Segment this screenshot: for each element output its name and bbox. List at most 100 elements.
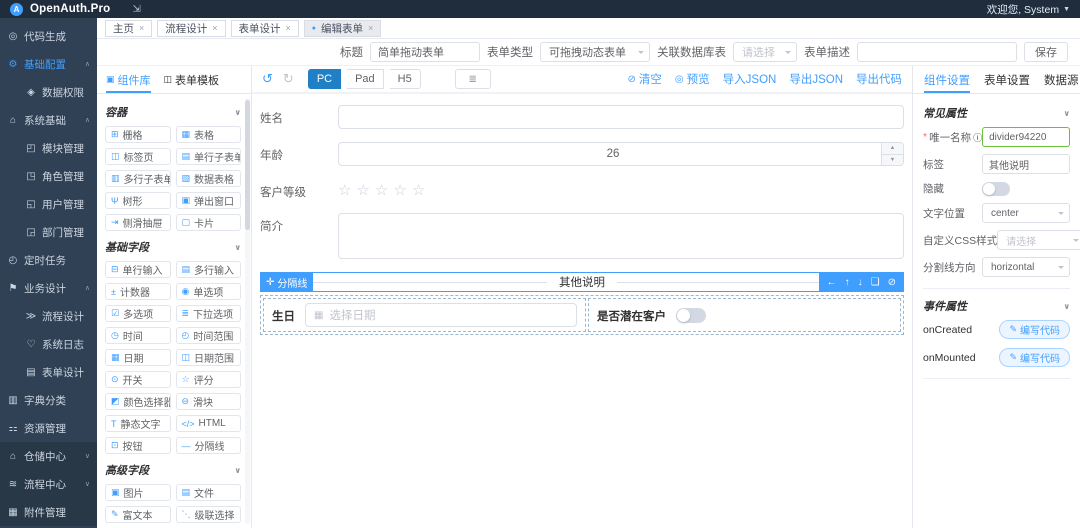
library-item-radio[interactable]: ◉单选项 — [176, 283, 242, 300]
name-input[interactable] — [338, 105, 904, 129]
user-menu[interactable]: 欢迎您, System ▼ — [987, 2, 1070, 17]
form-desc-input[interactable] — [857, 42, 1017, 62]
save-button[interactable]: 保存 — [1024, 42, 1068, 62]
tab-component-settings[interactable]: 组件设置 — [924, 66, 970, 93]
collapse-sidebar-icon[interactable]: ⇲ — [132, 4, 140, 15]
redo-icon[interactable]: ↻ — [283, 71, 294, 87]
preview-button[interactable]: ◎预览 — [675, 71, 710, 87]
sidebar-item-process-design[interactable]: ≫流程设计 — [0, 302, 97, 330]
library-item-tree[interactable]: Ψ树形 — [105, 192, 171, 209]
star-icon[interactable]: ☆ — [375, 181, 388, 199]
db-table-select[interactable]: 请选择 — [733, 42, 797, 62]
field-row-rating[interactable]: 客户等级 ☆ ☆ ☆ ☆ ☆ — [260, 179, 904, 200]
import-json-button[interactable]: 导入JSON — [723, 71, 777, 87]
export-code-button[interactable]: 导出代码 — [856, 71, 902, 87]
potential-customer-toggle[interactable] — [676, 308, 706, 323]
library-item-date[interactable]: ▦日期 — [105, 349, 171, 366]
section-header-common-props[interactable]: 常见属性∨ — [923, 105, 1070, 121]
increase-icon[interactable]: ▲ — [882, 143, 903, 155]
text-position-select[interactable]: center — [982, 203, 1070, 223]
close-icon[interactable]: × — [139, 23, 144, 33]
grid-row-container[interactable]: 生日 ▦ 选择日期 是否潜在客户 — [260, 295, 904, 335]
component-drag-handle[interactable]: ✛ 分隔线 — [260, 272, 313, 292]
sidebar-item-form-design[interactable]: ▤表单设计 — [0, 358, 97, 386]
library-item-grid[interactable]: ⊞栅格 — [105, 126, 171, 143]
tab-data-source[interactable]: 数据源 — [1044, 66, 1079, 93]
age-number-input[interactable] — [338, 142, 904, 166]
library-item-single-row-subform[interactable]: ▤单行子表单 — [176, 148, 242, 165]
clear-button[interactable]: ⊘清空 — [628, 71, 662, 87]
library-item-color-picker[interactable]: ◩颜色选择器 — [105, 393, 171, 410]
form-title-input[interactable] — [370, 42, 480, 62]
close-icon[interactable]: × — [212, 23, 217, 33]
section-header-container[interactable]: 容器∨ — [105, 104, 241, 120]
library-item-switch[interactable]: ⊙开关 — [105, 371, 171, 388]
sidebar-item-warehouse-center[interactable]: ⌂仓储中心∨ — [0, 442, 97, 470]
library-item-button[interactable]: ⊡按钮 — [105, 437, 171, 454]
close-icon[interactable]: × — [286, 23, 291, 33]
label-input[interactable]: 其他说明 — [982, 154, 1070, 174]
sidebar-item-business-design[interactable]: ⚑业务设计∧ — [0, 274, 97, 302]
library-item-rate[interactable]: ☆评分 — [176, 371, 242, 388]
star-icon[interactable]: ☆ — [393, 181, 406, 199]
device-tab-pad[interactable]: Pad — [347, 69, 384, 89]
selected-divider-component[interactable]: ✛ 分隔线 其他说明 ← ↑ ↓ ❏ ⊘ — [260, 272, 904, 292]
library-item-image[interactable]: ▣图片 — [105, 484, 171, 501]
device-tab-pc[interactable]: PC — [308, 69, 341, 89]
library-item-card[interactable]: ▢卡片 — [176, 214, 242, 231]
sidebar-item-scheduled-tasks[interactable]: ◴定时任务 — [0, 246, 97, 274]
tab-form-templates[interactable]: ◫表单模板 — [164, 66, 220, 93]
intro-textarea[interactable] — [338, 213, 904, 259]
write-code-button-oncreated[interactable]: ✎编写代码 — [999, 320, 1070, 339]
library-item-time[interactable]: ◷时间 — [105, 327, 171, 344]
sidebar-item-system-basic[interactable]: ⌂系统基础∧ — [0, 106, 97, 134]
tab-form-settings[interactable]: 表单设置 — [984, 66, 1030, 93]
library-item-single-line-input[interactable]: ⊟单行输入 — [105, 261, 171, 278]
export-json-button[interactable]: 导出JSON — [789, 71, 843, 87]
device-tab-h5[interactable]: H5 — [390, 69, 421, 89]
library-item-counter[interactable]: ±计数器 — [105, 283, 171, 300]
section-header-event-props[interactable]: 事件属性∨ — [923, 298, 1070, 314]
decrease-icon[interactable]: ▼ — [882, 155, 903, 166]
hidden-toggle[interactable] — [982, 182, 1010, 196]
move-left-icon[interactable]: ← — [827, 277, 837, 288]
page-tab-form-design[interactable]: 表单设计× — [231, 20, 299, 37]
library-item-table[interactable]: ▦表格 — [176, 126, 242, 143]
move-up-icon[interactable]: ↑ — [845, 277, 850, 288]
tab-component-library[interactable]: ▣组件库 — [106, 66, 151, 93]
sidebar-item-resource-management[interactable]: ⚏资源管理 — [0, 414, 97, 442]
write-code-button-onmounted[interactable]: ✎编写代码 — [999, 348, 1070, 367]
star-icon[interactable]: ☆ — [356, 181, 369, 199]
star-icon[interactable]: ☆ — [412, 181, 425, 199]
form-type-select[interactable]: 可拖拽动态表单 — [540, 42, 650, 62]
copy-icon[interactable]: ❏ — [871, 277, 880, 288]
section-header-basic-fields[interactable]: 基础字段∨ — [105, 239, 241, 255]
close-icon[interactable]: × — [368, 23, 373, 33]
page-tab-home[interactable]: 主页× — [105, 20, 152, 37]
library-item-html[interactable]: </>HTML — [176, 415, 242, 432]
sidebar-item-code-generation[interactable]: ◎代码生成 — [0, 22, 97, 50]
delete-icon[interactable]: ⊘ — [888, 277, 896, 288]
library-item-data-table[interactable]: ▧数据表格 — [176, 170, 242, 187]
grid-cell-birthday[interactable]: 生日 ▦ 选择日期 — [263, 298, 586, 332]
library-item-date-range[interactable]: ◫日期范围 — [176, 349, 242, 366]
field-row-intro[interactable]: 简介 — [260, 213, 904, 259]
birthday-date-picker[interactable]: ▦ 选择日期 — [305, 303, 577, 327]
sidebar-item-user-management[interactable]: ◱用户管理 — [0, 190, 97, 218]
library-item-rich-text[interactable]: ✎富文本 — [105, 506, 171, 523]
sidebar-item-module-management[interactable]: ◰模块管理 — [0, 134, 97, 162]
field-row-age[interactable]: 年龄 ▲ ▼ — [260, 142, 904, 166]
custom-css-select[interactable]: 请选择 — [997, 230, 1080, 250]
library-item-divider[interactable]: —分隔线 — [176, 437, 242, 454]
library-scrollbar[interactable] — [245, 98, 250, 524]
sidebar-item-attachment-management[interactable]: ▦附件管理 — [0, 498, 97, 526]
library-item-checkbox[interactable]: ☑多选项 — [105, 305, 171, 322]
sidebar-item-role-management[interactable]: ◳角色管理 — [0, 162, 97, 190]
unique-name-input[interactable]: divider94220 — [982, 127, 1070, 147]
library-item-side-drawer[interactable]: ⇥侧滑抽屉 — [105, 214, 171, 231]
sidebar-item-system-logs[interactable]: ♡系统日志 — [0, 330, 97, 358]
sidebar-item-basic-config[interactable]: ⚙基础配置∧ — [0, 50, 97, 78]
undo-icon[interactable]: ↺ — [262, 71, 273, 87]
outline-tree-button[interactable]: ≣ — [455, 69, 491, 89]
library-item-select[interactable]: ≣下拉选项 — [176, 305, 242, 322]
